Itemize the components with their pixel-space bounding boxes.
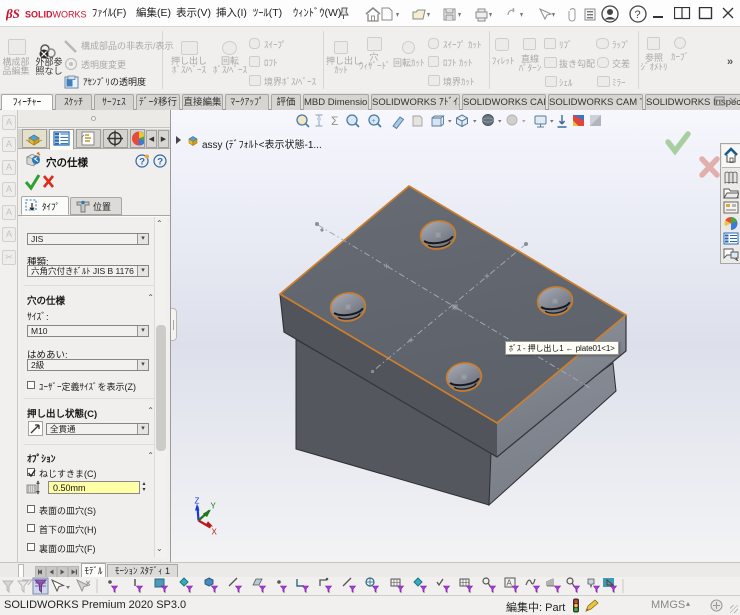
svg-text:Y: Y — [211, 502, 217, 511]
svg-text:Z: Z — [195, 497, 200, 506]
svg-text:+: + — [372, 118, 376, 125]
svg-text:Σ: Σ — [331, 114, 338, 128]
svg-text:?: ? — [157, 157, 163, 168]
svg-text:βS: βS — [6, 6, 20, 21]
svg-text:?: ? — [635, 9, 641, 21]
svg-text:X: X — [212, 528, 218, 537]
svg-text:?: ? — [139, 157, 145, 168]
svg-text:SOLIDWORKS: SOLIDWORKS — [25, 10, 87, 20]
svg-text:A: A — [507, 579, 513, 588]
